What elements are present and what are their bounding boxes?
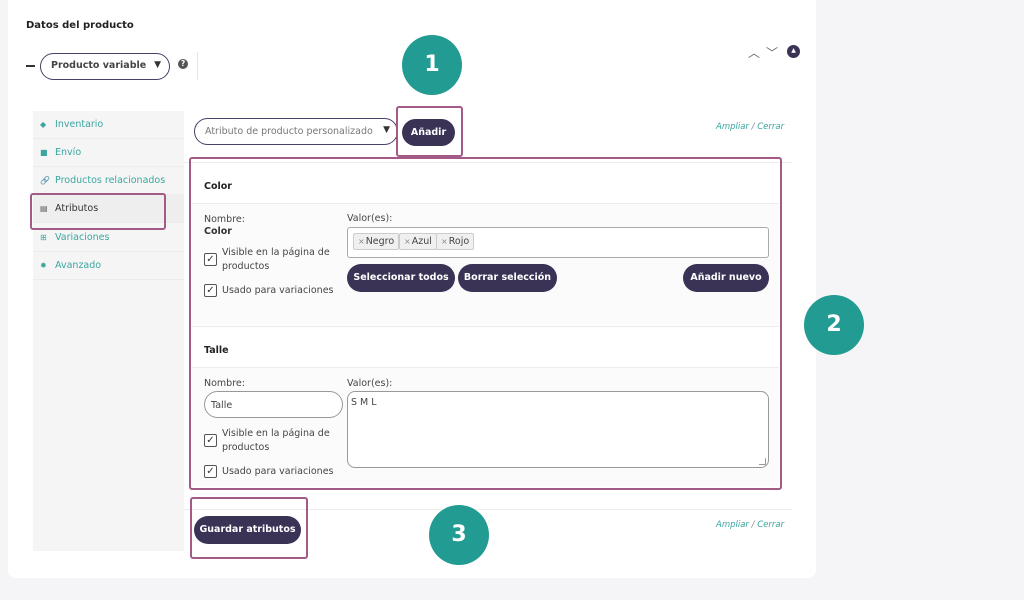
attribute-select[interactable]: Atributo de producto personalizado ▼ [194, 118, 398, 145]
collapse-dash[interactable] [26, 65, 35, 67]
divider [192, 326, 779, 327]
remove-tag-icon[interactable]: × [404, 237, 411, 246]
add-attribute-button[interactable]: Añadir [402, 119, 455, 146]
color-name-label: Nombre: [204, 214, 245, 225]
clear-selection-button[interactable]: Borrar selección [458, 264, 557, 292]
resize-handle-icon[interactable] [759, 458, 766, 465]
talle-values-label: Valor(es): [347, 378, 393, 389]
tag-label: Azul [411, 236, 432, 247]
color-values-label: Valor(es): [347, 213, 393, 224]
chevron-down-icon: ▼ [154, 60, 161, 70]
remove-tag-icon[interactable]: × [358, 237, 365, 246]
help-icon[interactable]: ? [178, 59, 188, 69]
product-type-select[interactable]: Producto variable ▼ [40, 53, 170, 80]
divider [197, 52, 198, 80]
step-badge-3: 3 [429, 505, 489, 565]
sidebar-item-avanzado[interactable]: ✹ Avanzado [33, 252, 184, 280]
sidebar-item-label: Avanzado [55, 260, 102, 271]
visible-checkbox-color[interactable]: ✓ [204, 253, 217, 266]
step-badge-1: 1 [402, 35, 462, 95]
product-data-tabs: ◆ Inventario ■ Envío 🔗 Productos relacio… [33, 111, 184, 551]
grid-icon: ⊞ [40, 233, 47, 242]
remove-tag-icon[interactable]: × [441, 237, 448, 246]
sidebar-item-label: Envío [55, 147, 82, 158]
variations-label-talle: Usado para variaciones [222, 466, 334, 477]
link-separator: / [748, 520, 758, 530]
sidebar-item-envio[interactable]: ■ Envío [33, 139, 184, 167]
chevron-down-icon: ▼ [383, 125, 390, 135]
table-icon: ▤ [40, 204, 48, 213]
sidebar-item-atributos[interactable]: ▤ Atributos [33, 195, 184, 223]
sidebar-item-variaciones[interactable]: ⊞ Variaciones [33, 224, 184, 252]
select-all-button[interactable]: Seleccionar todos [347, 264, 455, 292]
sidebar-item-label: Productos relacionados [55, 175, 166, 186]
expand-link[interactable]: Ampliar [716, 122, 749, 132]
variations-checkbox-color[interactable]: ✓ [204, 284, 217, 297]
section-title-color: Color [204, 181, 232, 192]
sidebar-item-label: Inventario [55, 119, 104, 130]
chevron-down-icon[interactable]: ﹀ [766, 44, 778, 61]
tag-negro[interactable]: ×Negro [353, 233, 400, 250]
tag-rojo[interactable]: ×Rojo [436, 233, 475, 250]
sidebar-item-productos-relacionados[interactable]: 🔗 Productos relacionados [33, 167, 184, 195]
sidebar-item-label: Atributos [55, 203, 99, 214]
link-icon: 🔗 [40, 176, 50, 185]
color-name-value: Color [204, 226, 232, 237]
tag-azul[interactable]: ×Azul [399, 233, 437, 250]
visible-label-color: Visible en la página de productos [222, 247, 330, 272]
visible-checkbox-talle[interactable]: ✓ [204, 434, 217, 447]
talle-name-label: Nombre: [204, 378, 245, 389]
expand-link[interactable]: Ampliar [716, 520, 749, 530]
visible-label-talle: Visible en la página de productos [222, 428, 330, 453]
sidebar-item-label: Variaciones [55, 232, 110, 243]
tag-label: Rojo [448, 236, 470, 247]
divider [184, 162, 792, 163]
link-separator: / [748, 122, 758, 132]
truck-icon: ■ [40, 148, 48, 157]
close-link[interactable]: Cerrar [757, 520, 784, 530]
talle-values-text: S M L [351, 397, 377, 408]
gear-icon: ✹ [40, 261, 47, 270]
expand-close-link-top[interactable]: Ampliar / Cerrar [716, 122, 784, 132]
panel-title: Datos del producto [26, 20, 134, 31]
panel-toggle-icon[interactable]: ▲ [787, 45, 800, 58]
product-type-value: Producto variable [51, 60, 147, 71]
variations-label-color: Usado para variaciones [222, 285, 334, 296]
section-title-talle: Talle [204, 345, 229, 356]
save-attributes-button[interactable]: Guardar atributos [194, 516, 301, 544]
add-new-button[interactable]: Añadir nuevo [683, 264, 769, 292]
diamond-icon: ◆ [40, 120, 47, 129]
talle-values-textarea[interactable]: S M L [347, 391, 769, 468]
sidebar-item-inventario[interactable]: ◆ Inventario [33, 111, 184, 139]
attribute-select-value: Atributo de producto personalizado [205, 126, 373, 137]
tag-label: Negro [365, 236, 395, 247]
close-link[interactable]: Cerrar [757, 122, 784, 132]
expand-close-link-bottom[interactable]: Ampliar / Cerrar [716, 520, 784, 530]
variations-checkbox-talle[interactable]: ✓ [204, 465, 217, 478]
chevron-up-icon[interactable]: ︿ [748, 44, 760, 61]
talle-name-input[interactable]: Talle [204, 391, 343, 418]
divider [184, 509, 792, 510]
color-values-field[interactable]: ×Negro ×Azul ×Rojo [347, 227, 769, 258]
step-badge-2: 2 [804, 295, 864, 355]
